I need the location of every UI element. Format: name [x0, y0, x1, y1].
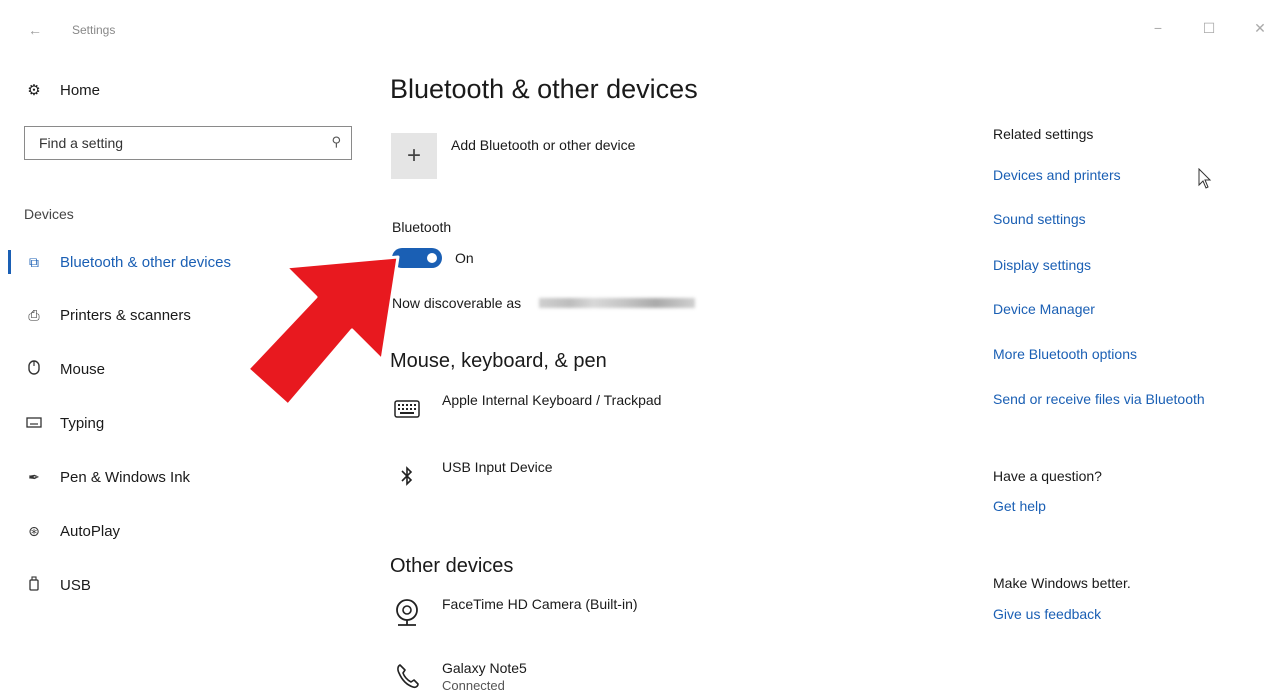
mouse-icon — [24, 360, 44, 378]
search-box[interactable]: ⚲ — [24, 126, 352, 160]
title-bar: ← Settings − ☐ ✕ — [0, 0, 1270, 60]
question-heading: Have a question? — [993, 468, 1102, 484]
close-button[interactable]: ✕ — [1250, 20, 1270, 37]
sidebar-item-pen[interactable]: ✒ Pen & Windows Ink — [24, 465, 190, 489]
sidebar-item-printers[interactable]: ⎙ Printers & scanners — [24, 303, 191, 327]
related-settings-heading: Related settings — [993, 126, 1094, 142]
printer-icon: ⎙ — [28, 306, 40, 323]
link-send-receive-files[interactable]: Send or receive files via Bluetooth — [993, 391, 1205, 407]
sidebar-item-label: Pen & Windows Ink — [60, 468, 191, 486]
page-title: Bluetooth & other devices — [390, 74, 698, 104]
device-item-camera[interactable]: FaceTime HD Camera (Built-in) — [390, 594, 638, 634]
device-name: Apple Internal Keyboard / Trackpad — [442, 392, 662, 408]
minimize-button[interactable]: − — [1148, 20, 1168, 36]
mouse-keyboard-pen-heading: Mouse, keyboard, & pen — [390, 350, 607, 372]
back-arrow-icon[interactable]: ← — [28, 22, 42, 38]
sidebar-item-label: Typing — [60, 414, 105, 432]
nav-home[interactable]: ⚙ Home — [24, 81, 101, 100]
webcam-icon — [390, 594, 424, 634]
link-device-manager[interactable]: Device Manager — [993, 301, 1095, 317]
discoverable-status: Now discoverable as — [392, 295, 696, 311]
link-more-bluetooth-options[interactable]: More Bluetooth options — [993, 346, 1137, 362]
device-name: Galaxy Note5 — [442, 660, 527, 676]
add-device-button[interactable]: + Add Bluetooth or other device — [391, 133, 635, 179]
toggle-knob — [427, 253, 437, 263]
device-item-keyboard[interactable]: Apple Internal Keyboard / Trackpad — [390, 390, 661, 424]
link-give-feedback[interactable]: Give us feedback — [993, 606, 1101, 622]
window-title: Settings — [72, 23, 116, 37]
phone-icon — [390, 658, 424, 696]
sidebar-item-mouse[interactable]: Mouse — [24, 357, 105, 381]
device-item-usb-input[interactable]: USB Input Device — [390, 457, 553, 493]
gear-icon: ⚙ — [27, 82, 41, 99]
bluetooth-toggle-state: On — [455, 250, 474, 266]
sidebar-item-label: USB — [60, 576, 91, 594]
plus-icon: + — [391, 133, 437, 179]
nav-section-heading: Devices — [24, 206, 74, 222]
search-input[interactable] — [37, 134, 321, 152]
device-name: USB Input Device — [442, 459, 553, 475]
bluetooth-icon — [390, 457, 424, 493]
sidebar-item-autoplay[interactable]: ⊛ AutoPlay — [24, 519, 120, 543]
blurred-device-name — [539, 298, 696, 308]
usb-icon — [24, 576, 44, 594]
active-indicator — [8, 250, 11, 274]
device-item-phone[interactable]: Galaxy Note5 Connected — [390, 658, 527, 696]
sidebar-item-label: Printers & scanners — [60, 306, 191, 324]
bluetooth-devices-icon: ⧉ — [29, 253, 39, 270]
keyboard-icon — [24, 415, 44, 431]
maximize-button[interactable]: ☐ — [1199, 20, 1219, 37]
nav-home-label: Home — [60, 81, 101, 99]
pen-icon: ✒ — [28, 468, 40, 485]
sidebar-item-label: Mouse — [60, 360, 106, 378]
sidebar-item-usb[interactable]: USB — [24, 573, 91, 597]
settings-window: ← Settings − ☐ ✕ ⚙ Home ⚲ Devices ⧉ Blue… — [0, 0, 1270, 698]
sidebar-item-label: Bluetooth & other devices — [60, 253, 231, 271]
sidebar-item-typing[interactable]: Typing — [24, 411, 104, 435]
device-name: FaceTime HD Camera (Built-in) — [442, 596, 638, 612]
sidebar-item-label: AutoPlay — [60, 522, 121, 540]
mouse-cursor-icon — [1198, 167, 1212, 195]
feedback-heading: Make Windows better. — [993, 575, 1131, 591]
other-devices-heading: Other devices — [390, 555, 514, 577]
device-status: Connected — [442, 678, 505, 693]
search-icon[interactable]: ⚲ — [331, 134, 341, 150]
link-sound-settings[interactable]: Sound settings — [993, 211, 1086, 227]
red-arrow-icon — [246, 255, 400, 407]
add-device-label: Add Bluetooth or other device — [451, 137, 636, 153]
link-display-settings[interactable]: Display settings — [993, 257, 1091, 273]
link-get-help[interactable]: Get help — [993, 498, 1046, 514]
autoplay-icon: ⊛ — [28, 522, 40, 539]
link-devices-printers[interactable]: Devices and printers — [993, 167, 1121, 183]
bluetooth-heading: Bluetooth — [392, 219, 452, 235]
sidebar-item-bluetooth[interactable]: ⧉ Bluetooth & other devices — [24, 250, 231, 274]
